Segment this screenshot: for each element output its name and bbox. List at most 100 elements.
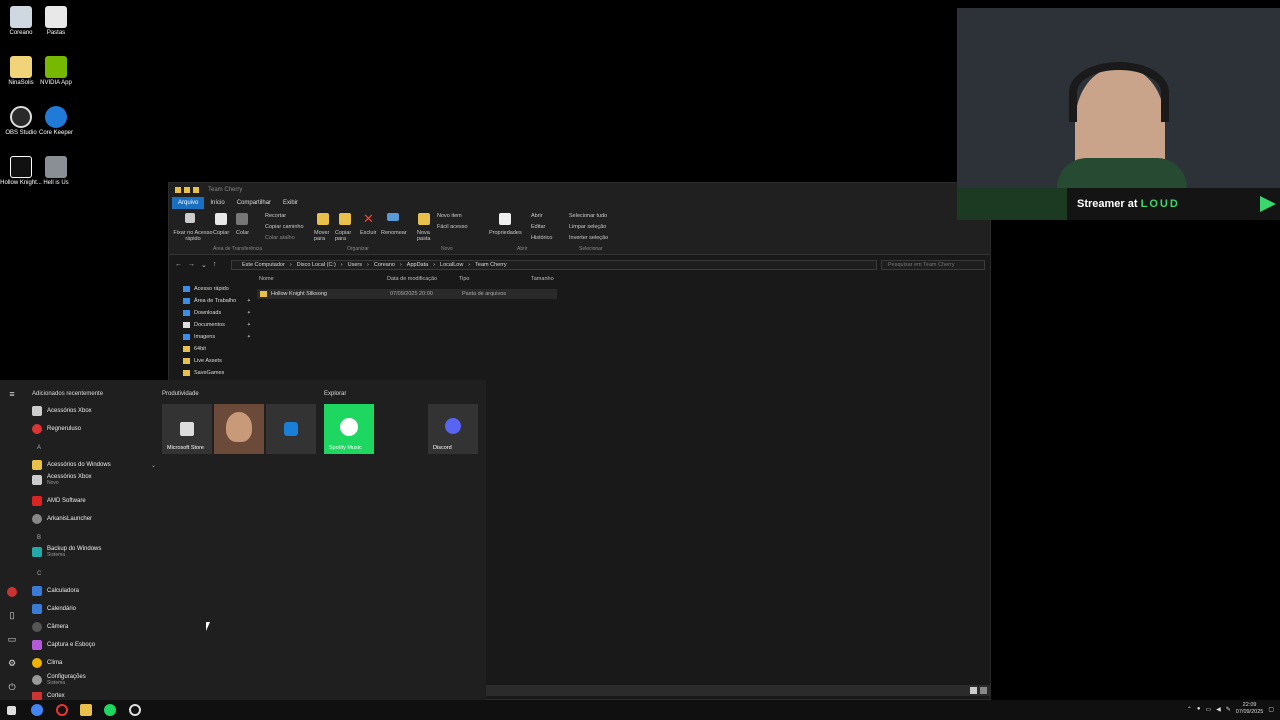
invert-selection-button[interactable]: Inverter seleção: [569, 235, 608, 241]
file-explorer-icon[interactable]: [80, 704, 92, 716]
open-button[interactable]: Abrir: [531, 213, 543, 219]
search-input[interactable]: Pesquisar em Team Cherry: [881, 259, 985, 270]
breadcrumb-item[interactable]: AppData: [407, 262, 428, 268]
obs-taskbar-icon[interactable]: [129, 704, 141, 716]
nav-item-64bit[interactable]: 64bit: [177, 343, 251, 355]
app-settings[interactable]: Configurações Sistema: [32, 674, 156, 686]
tile-outlook[interactable]: [266, 404, 316, 454]
view-details-icon[interactable]: [970, 687, 977, 694]
column-size[interactable]: Tamanho: [531, 276, 554, 285]
tile-microsoft-store[interactable]: Microsoft Store: [162, 404, 212, 454]
app-snip-sketch[interactable]: Captura e Esboço: [32, 640, 156, 650]
nav-item-documents[interactable]: Documentos ✦: [177, 319, 251, 331]
cut-button[interactable]: Recortar: [265, 213, 286, 219]
chevron-up-icon[interactable]: ⌃: [1187, 706, 1192, 713]
spotify-taskbar-icon[interactable]: [104, 704, 116, 716]
chevron-down-icon[interactable]: ⌄: [201, 261, 207, 269]
desktop-icon-core-keeper[interactable]: Core Keeper: [35, 106, 77, 137]
desktop-icon-nvidia[interactable]: NVIDIA App: [35, 56, 77, 87]
opera-icon[interactable]: [56, 704, 68, 716]
pin-quick-access-button[interactable]: Fixar no Acesso rápido: [173, 230, 213, 242]
letter-header[interactable]: B: [28, 532, 41, 544]
desktop-icon-hell-is-us[interactable]: Hell is Us: [35, 156, 77, 187]
user-avatar-icon[interactable]: [7, 587, 17, 597]
tab-compartilhar[interactable]: Compartilhar: [231, 197, 277, 209]
nav-item-live-assets[interactable]: Live Assets: [177, 355, 251, 367]
hamburger-menu-icon[interactable]: ≡: [7, 389, 17, 399]
app-weather[interactable]: Clima: [32, 658, 156, 668]
app-arkanis-launcher[interactable]: ArkanisLauncher: [32, 514, 156, 524]
copy-path-button[interactable]: Copiar caminho: [265, 224, 304, 230]
app-regneruluso[interactable]: Regneruluso: [32, 424, 156, 434]
app-windows-backup[interactable]: Backup do Windows Sistema: [32, 546, 156, 558]
copy-button[interactable]: Copiar: [213, 230, 229, 236]
app-xbox-accessories-new[interactable]: Acessórios Xbox Novo: [32, 474, 156, 486]
letter-header[interactable]: C: [28, 568, 41, 580]
chrome-icon[interactable]: [31, 704, 43, 716]
easy-access-button[interactable]: Fácil acesso: [437, 224, 468, 230]
properties-button[interactable]: Propriedades: [489, 230, 522, 236]
app-windows-accessories[interactable]: Acessórios do Windows ⌄: [32, 460, 156, 470]
edit-button[interactable]: Editar: [531, 224, 545, 230]
power-icon[interactable]: ⏻: [7, 682, 17, 692]
tab-exibir[interactable]: Exibir: [277, 197, 304, 209]
windows-start-icon[interactable]: [7, 706, 16, 715]
nav-item-images[interactable]: Imagens ✦: [177, 331, 251, 343]
explorer-titlebar[interactable]: Team Cherry: [169, 183, 990, 197]
column-modified[interactable]: Data de modificação: [387, 276, 459, 285]
paste-shortcut-button[interactable]: Colar atalho: [265, 235, 295, 241]
paste-button[interactable]: Colar: [236, 230, 249, 236]
tile-group-explore[interactable]: Explorar: [324, 391, 346, 397]
nav-item-savegames[interactable]: SaveGames: [177, 367, 251, 379]
table-row[interactable]: Hollow Knight Silksong 07/09/2025 20:00 …: [257, 289, 557, 299]
tile-discord[interactable]: Discord: [428, 404, 478, 454]
nav-item-quick-access[interactable]: Acesso rápido: [177, 283, 251, 295]
move-to-button[interactable]: Mover para: [314, 230, 332, 242]
history-button[interactable]: Histórico: [531, 235, 552, 241]
column-name[interactable]: Nome: [257, 276, 387, 285]
app-calendar[interactable]: Calendário: [32, 604, 156, 614]
breadcrumb-item[interactable]: Team Cherry: [475, 262, 506, 268]
forward-icon[interactable]: →: [188, 261, 195, 269]
app-xbox-accessories[interactable]: Acessórios Xbox: [32, 406, 156, 416]
breadcrumb[interactable]: Este Computador › Disco Local (C:) › Users…: [231, 259, 877, 270]
tile-group-productivity[interactable]: Produtividade: [162, 391, 199, 397]
app-cortex[interactable]: Cortex: [32, 692, 156, 700]
app-camera[interactable]: Câmera: [32, 622, 156, 632]
nav-item-desktop[interactable]: Área de Trabalho ✦: [177, 295, 251, 307]
back-icon[interactable]: ←: [175, 261, 182, 269]
document-icon[interactable]: ▯: [7, 610, 17, 620]
microphone-icon[interactable]: ●: [1197, 706, 1201, 712]
select-none-button[interactable]: Limpar seleção: [569, 224, 606, 230]
breadcrumb-item[interactable]: Coreano: [374, 262, 395, 268]
tab-arquivo[interactable]: Arquivo: [172, 197, 205, 209]
new-folder-button[interactable]: Nova pasta: [417, 230, 433, 242]
app-amd-software[interactable]: AMD Software: [32, 496, 156, 506]
letter-header[interactable]: A: [28, 442, 41, 454]
tile-spotify[interactable]: Spotify Music: [324, 404, 374, 454]
new-item-button[interactable]: Novo item: [437, 213, 462, 219]
breadcrumb-item[interactable]: LocalLow: [440, 262, 463, 268]
rename-button[interactable]: Renomear: [381, 230, 407, 236]
tile-thumbnail[interactable]: [214, 404, 264, 454]
breadcrumb-item[interactable]: Este Computador: [242, 262, 285, 268]
image-icon[interactable]: ▭: [7, 634, 17, 644]
delete-button[interactable]: Excluir: [360, 230, 377, 236]
app-calculator[interactable]: Calculadora: [32, 586, 156, 596]
network-icon[interactable]: ▭: [1205, 706, 1211, 713]
volume-icon[interactable]: ◀: [1216, 706, 1221, 713]
breadcrumb-item[interactable]: Users: [348, 262, 362, 268]
column-type[interactable]: Tipo: [459, 276, 531, 285]
desktop-icon-pastas[interactable]: Pastas: [35, 6, 77, 37]
horizontal-scrollbar[interactable]: [486, 685, 991, 696]
notification-icon[interactable]: ▢: [1268, 706, 1274, 713]
up-icon[interactable]: ↑: [213, 261, 217, 269]
tab-inicio[interactable]: Início: [204, 197, 230, 209]
view-tiles-icon[interactable]: [980, 687, 987, 694]
pen-icon[interactable]: ✎: [1226, 706, 1231, 713]
nav-item-downloads[interactable]: Downloads ✦: [177, 307, 251, 319]
clock[interactable]: 22:09 07/09/2025: [1236, 702, 1264, 716]
settings-icon[interactable]: ⚙: [7, 658, 17, 668]
breadcrumb-item[interactable]: Disco Local (C:): [297, 262, 336, 268]
select-all-button[interactable]: Selecionar tudo: [569, 213, 607, 219]
